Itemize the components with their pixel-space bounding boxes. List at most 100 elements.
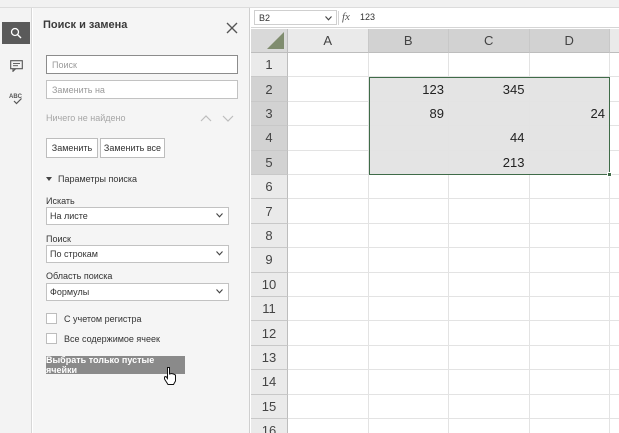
cell-e7[interactable]: [610, 199, 619, 224]
entire-cell-option[interactable]: Все содержимое ячеек: [46, 333, 160, 344]
cell-b4[interactable]: [368, 126, 449, 151]
cell-c8[interactable]: [449, 223, 530, 249]
cell-d14[interactable]: [529, 370, 610, 395]
cell-e2[interactable]: [610, 77, 619, 102]
cell-a9[interactable]: [288, 248, 369, 273]
cell-b7[interactable]: [368, 199, 449, 224]
cell-b3[interactable]: 89: [368, 101, 449, 127]
row-header-16[interactable]: 16: [251, 419, 288, 433]
cell-a6[interactable]: [288, 175, 369, 200]
cell-e8[interactable]: [610, 224, 619, 249]
row-header-5[interactable]: 5: [251, 150, 288, 175]
row-header-14[interactable]: 14: [251, 370, 288, 395]
cell-e10[interactable]: [610, 273, 619, 297]
name-box[interactable]: B2: [254, 10, 337, 25]
cell-a16[interactable]: [288, 419, 369, 433]
cell-a10[interactable]: [288, 272, 369, 297]
cell-d3[interactable]: 24: [529, 101, 610, 127]
row-header-12[interactable]: 12: [251, 321, 288, 346]
match-case-checkbox[interactable]: [46, 313, 57, 324]
row-header-6[interactable]: 6: [251, 175, 288, 200]
search-within-select[interactable]: На листе: [46, 207, 229, 225]
cell-e4[interactable]: [610, 126, 619, 151]
cell-a13[interactable]: [288, 345, 369, 371]
cell-b9[interactable]: [368, 248, 449, 273]
cell-c12[interactable]: [449, 321, 530, 346]
cell-c1[interactable]: [449, 53, 530, 78]
cell-d13[interactable]: [529, 345, 610, 371]
row-header-8[interactable]: 8: [251, 223, 288, 249]
cell-d12[interactable]: [529, 321, 610, 346]
cell-d4[interactable]: [529, 126, 610, 151]
cell-e1[interactable]: [610, 53, 619, 78]
rail-spellcheck-button[interactable]: ABC: [2, 87, 30, 109]
cell-d10[interactable]: [529, 272, 610, 297]
find-input[interactable]: [46, 55, 238, 74]
cell-d6[interactable]: [529, 175, 610, 200]
cell-a1[interactable]: [288, 53, 369, 78]
row-header-9[interactable]: 9: [251, 248, 288, 273]
cell-d11[interactable]: [529, 297, 610, 322]
rail-search-button[interactable]: [2, 22, 30, 44]
rail-comments-button[interactable]: [2, 55, 30, 77]
cell-e11[interactable]: [610, 297, 619, 322]
cell-c3[interactable]: [449, 101, 530, 127]
row-header-2[interactable]: 2: [251, 77, 288, 102]
row-header-13[interactable]: 13: [251, 345, 288, 371]
cell-a15[interactable]: [288, 394, 369, 419]
cell-a14[interactable]: [288, 370, 369, 395]
cell-e16[interactable]: [610, 419, 619, 433]
formula-input[interactable]: 123: [360, 12, 375, 22]
cell-c9[interactable]: [449, 248, 530, 273]
column-header-b[interactable]: B: [368, 29, 449, 53]
function-icon[interactable]: fx: [342, 11, 350, 23]
spreadsheet-grid[interactable]: A B C D 1 2 123 345 3 89 24 4 44 5 213 6 7 8 9 10 11 12 13 14 15…: [251, 29, 619, 433]
column-header-d[interactable]: D: [529, 29, 610, 53]
cell-c11[interactable]: [449, 297, 530, 322]
replace-all-button[interactable]: Заменить все: [100, 138, 165, 158]
column-header-c[interactable]: C: [449, 29, 530, 53]
cell-d8[interactable]: [529, 223, 610, 249]
cell-b1[interactable]: [368, 53, 449, 78]
cell-b13[interactable]: [368, 345, 449, 371]
row-header-4[interactable]: 4: [251, 126, 288, 151]
cell-a2[interactable]: [288, 77, 369, 102]
row-header-10[interactable]: 10: [251, 272, 288, 297]
chevron-down-icon[interactable]: [222, 113, 234, 123]
chevron-up-icon[interactable]: [200, 113, 212, 123]
row-header-3[interactable]: 3: [251, 101, 288, 127]
cell-c5[interactable]: 213: [449, 150, 530, 175]
column-header-a[interactable]: A: [288, 29, 369, 53]
cell-d7[interactable]: [529, 199, 610, 224]
close-icon[interactable]: [225, 21, 239, 35]
look-in-select[interactable]: Формулы: [46, 283, 229, 301]
cell-c6[interactable]: [449, 175, 530, 200]
cell-a5[interactable]: [288, 150, 369, 175]
cell-a11[interactable]: [288, 297, 369, 322]
row-header-1[interactable]: 1: [251, 53, 288, 78]
cell-a12[interactable]: [288, 321, 369, 346]
cell-d16[interactable]: [530, 419, 610, 433]
cell-a4[interactable]: [288, 126, 369, 151]
selection-fill-handle[interactable]: [607, 172, 612, 177]
cell-c4[interactable]: 44: [449, 126, 530, 151]
cell-b12[interactable]: [368, 321, 449, 346]
cell-c7[interactable]: [449, 199, 530, 224]
cell-c16[interactable]: [449, 419, 530, 433]
cell-b6[interactable]: [368, 175, 449, 200]
cell-d5[interactable]: [529, 150, 610, 175]
cell-e12[interactable]: [610, 321, 619, 346]
cell-b2[interactable]: 123: [368, 77, 449, 102]
row-header-15[interactable]: 15: [251, 394, 288, 419]
cell-b16[interactable]: [369, 419, 449, 433]
cell-a3[interactable]: [288, 101, 369, 127]
select-all-corner[interactable]: [251, 29, 288, 53]
cell-b8[interactable]: [368, 223, 449, 249]
cell-e14[interactable]: [610, 370, 619, 395]
row-header-7[interactable]: 7: [251, 199, 288, 224]
row-header-11[interactable]: 11: [251, 297, 288, 322]
cell-b10[interactable]: [368, 272, 449, 297]
replace-button[interactable]: Заменить: [46, 138, 98, 158]
cell-c13[interactable]: [449, 345, 530, 371]
cell-b15[interactable]: [368, 394, 449, 419]
